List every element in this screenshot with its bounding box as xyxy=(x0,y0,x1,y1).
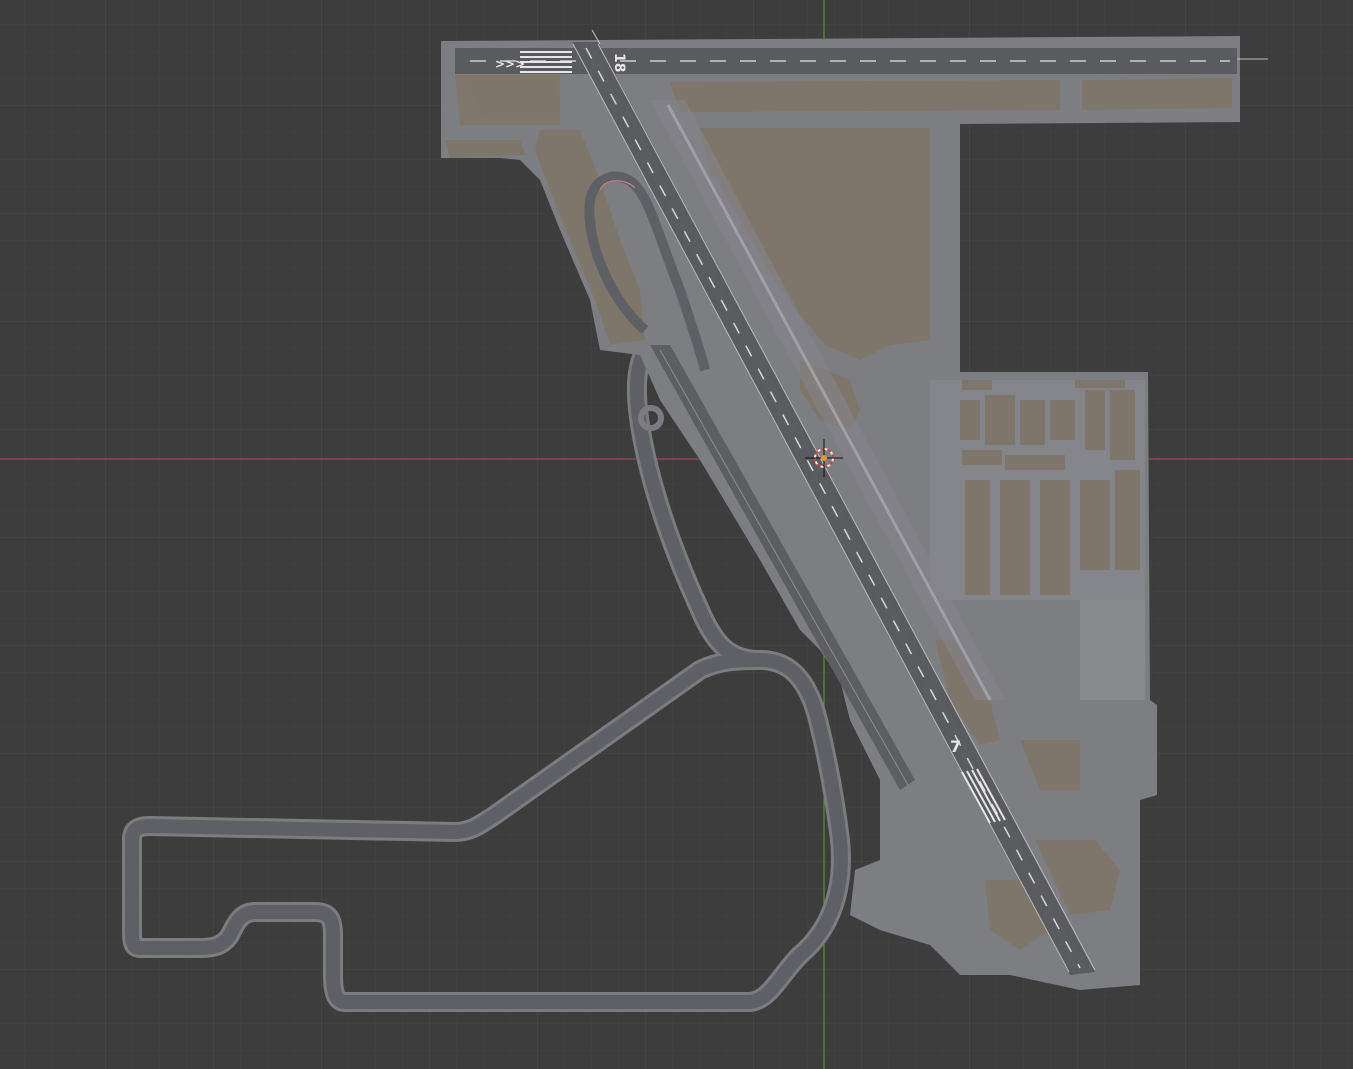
viewport-canvas[interactable]: >>> 18 7 xyxy=(0,0,1353,1069)
runway-arrow-marking: >>> xyxy=(495,57,525,71)
runway-7-number: 7 xyxy=(950,737,961,756)
3d-viewport[interactable]: >>> 18 7 xyxy=(0,0,1353,1069)
runway-18-number: 18 xyxy=(611,53,627,72)
